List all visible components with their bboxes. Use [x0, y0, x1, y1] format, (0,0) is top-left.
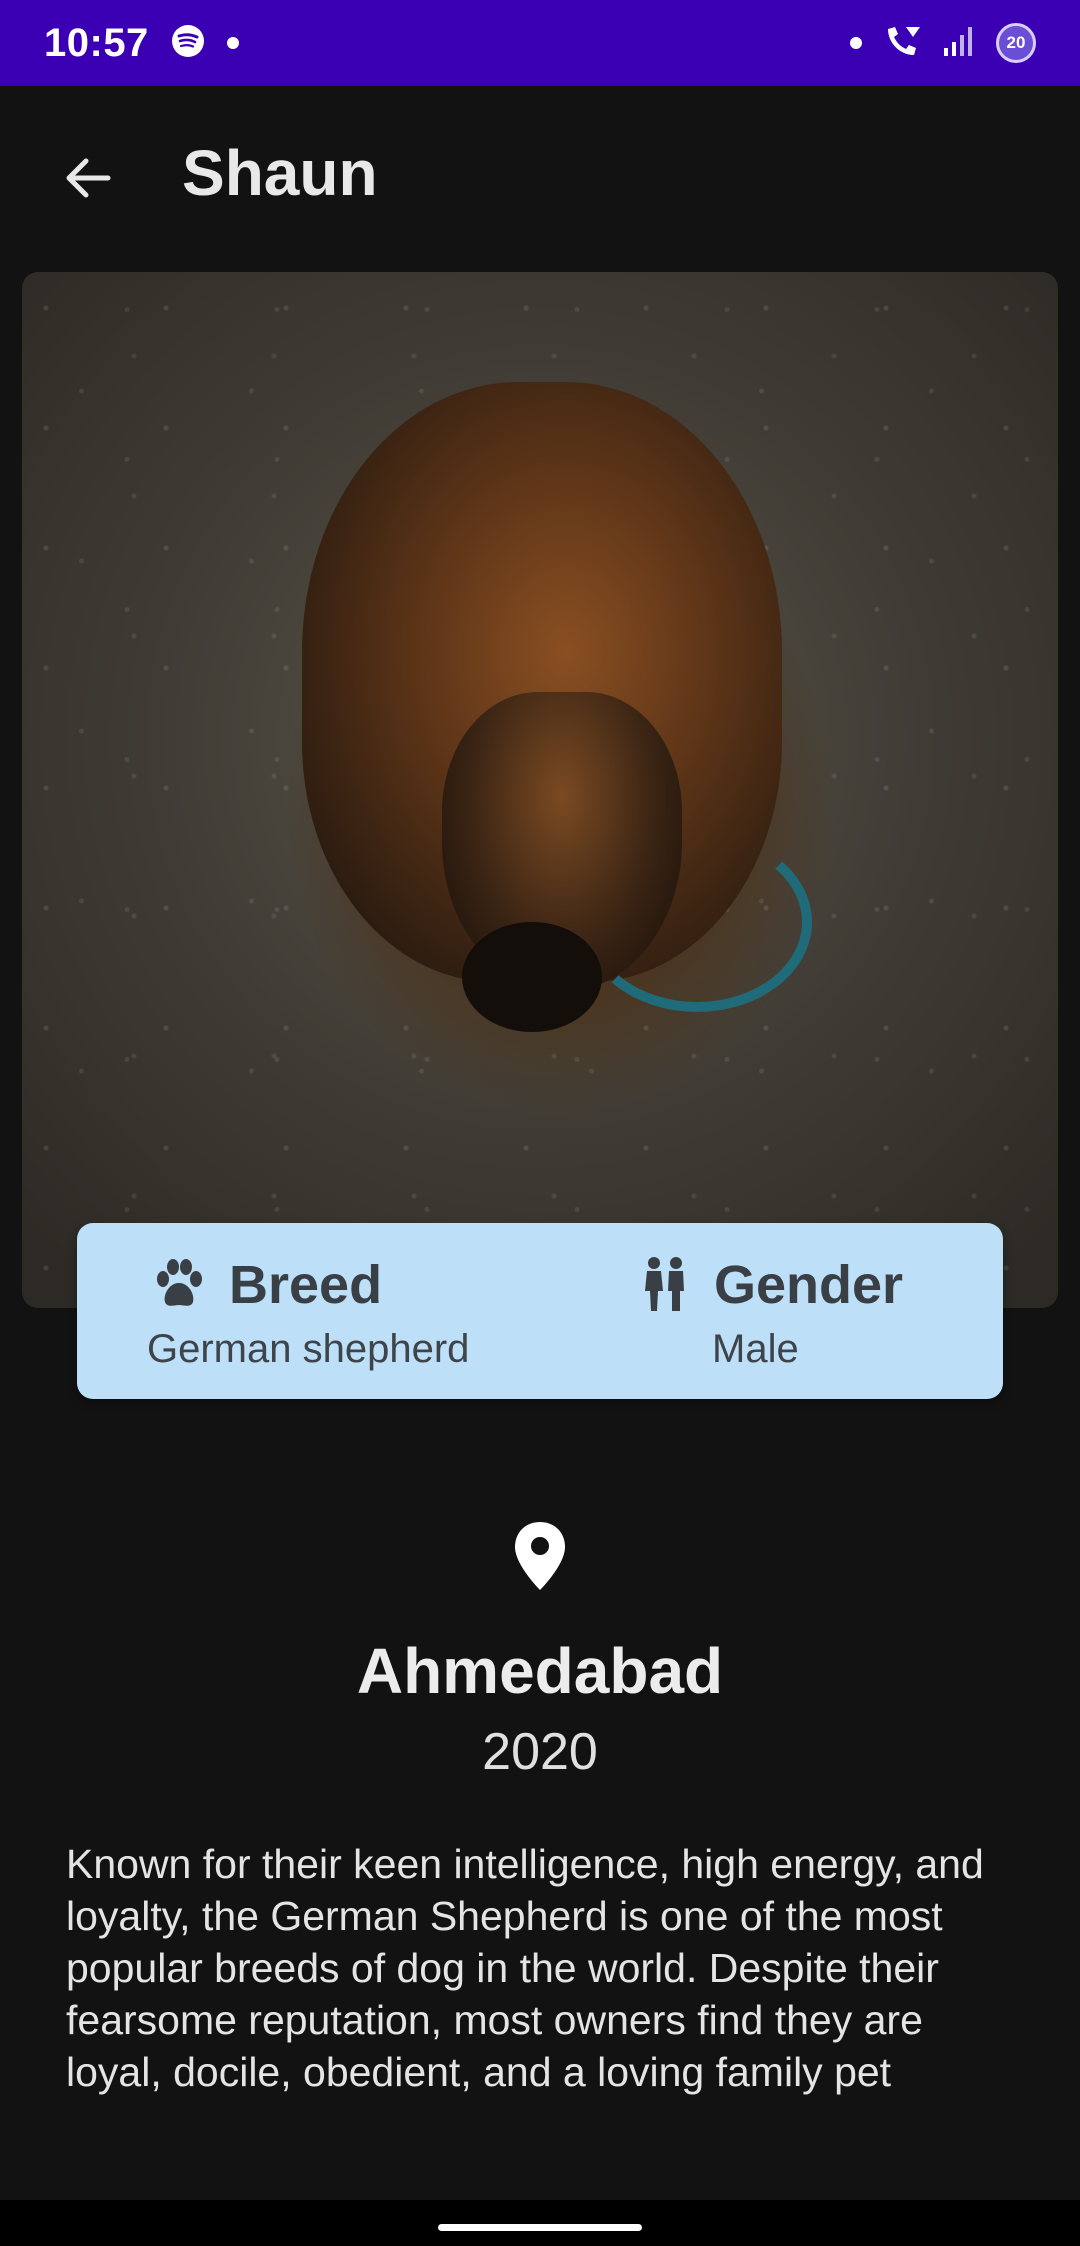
gender-label: Gender [714, 1255, 904, 1315]
status-bar: 10:57 20 [0, 0, 1080, 86]
location-pin-icon [515, 1522, 565, 1590]
city-name: Ahmedabad [356, 1635, 724, 1707]
breed-value: German shepherd [147, 1327, 470, 1371]
breed-section: Breed German shepherd [147, 1223, 567, 1399]
notification-dot-icon [226, 37, 239, 49]
arrow-back-icon [66, 158, 111, 198]
battery-saver-icon: 20 [996, 23, 1036, 63]
back-button[interactable] [52, 142, 124, 214]
paw-icon [147, 1253, 211, 1317]
app-bar: Shaun [0, 86, 1080, 258]
navigation-bar [0, 2200, 1080, 2246]
wifi-call-icon [882, 21, 922, 66]
gender-icon [632, 1253, 696, 1317]
page-title: Shaun [182, 137, 378, 209]
dot-icon [850, 37, 862, 49]
gender-section: Gender Male [632, 1223, 952, 1399]
location-section: Ahmedabad 2020 [0, 1520, 1080, 1782]
description-text: Known for their keen intelligence, high … [66, 1841, 984, 2095]
info-card: Breed German shepherd Gender Male [77, 1223, 1003, 1399]
status-time: 10:57 [44, 20, 149, 65]
dog-photo [22, 272, 1058, 1308]
spotify-icon [171, 24, 205, 63]
breed-label: Breed [229, 1255, 383, 1315]
gender-value: Male [712, 1327, 799, 1371]
home-gesture-handle[interactable] [438, 2224, 642, 2231]
year: 2020 [482, 1723, 598, 1781]
signal-icon [942, 24, 976, 63]
